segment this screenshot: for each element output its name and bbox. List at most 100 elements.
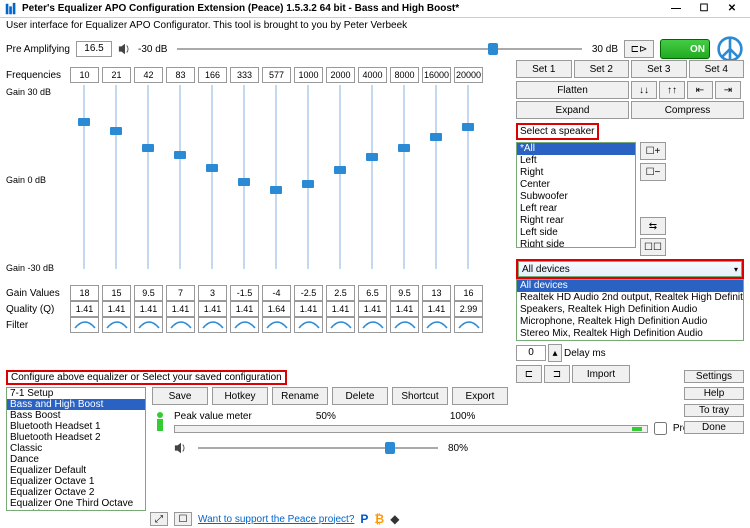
freq-input-0[interactable]: 10 [70,67,99,83]
totray-button[interactable]: To tray [684,404,744,417]
speaker-copy-icon[interactable]: ☐☐ [640,238,666,256]
config-item[interactable]: 7-1 Setup [7,388,145,399]
speaker-item[interactable]: Left [517,155,635,167]
gain-input-7[interactable]: -2.5 [294,285,323,301]
q-input-9[interactable]: 1.41 [358,301,387,317]
filter-type-11[interactable] [422,317,451,333]
maximize-button[interactable]: ☐ [690,1,718,17]
resize-icon[interactable]: ⤢ [150,512,168,526]
q-input-7[interactable]: 1.41 [294,301,323,317]
rename-button[interactable]: Rename [272,387,328,405]
close-button[interactable]: ✕ [718,1,746,17]
delay-stepper[interactable]: ▴ [548,344,562,362]
band-slider-1[interactable] [102,85,131,269]
speaker-item[interactable]: *All [517,143,635,155]
gain-input-8[interactable]: 2.5 [326,285,355,301]
gain-input-12[interactable]: 16 [454,285,483,301]
band-slider-6[interactable] [262,85,291,269]
config-item[interactable]: Bluetooth Headset 2 [7,432,145,443]
filter-type-12[interactable] [454,317,483,333]
freq-input-12[interactable]: 20000 [454,67,483,83]
config-item[interactable]: Bass Boost [7,410,145,421]
gain-input-6[interactable]: -4 [262,285,291,301]
ethereum-icon[interactable]: ◆ [390,512,399,526]
device-item[interactable]: Microphone, Realtek High Definition Audi… [517,316,743,328]
delete-button[interactable]: Delete [332,387,388,405]
gain-input-11[interactable]: 13 [422,285,451,301]
q-input-12[interactable]: 2.99 [454,301,483,317]
support-link[interactable]: Want to support the Peace project? [198,514,354,525]
hotkey-button[interactable]: Hotkey [212,387,268,405]
gain-input-10[interactable]: 9.5 [390,285,419,301]
minimize-button[interactable]: — [662,1,690,17]
speaker-item[interactable]: Right side [517,239,635,248]
config-item[interactable]: Equalizer Octave 1 [7,476,145,487]
gain-input-4[interactable]: 3 [198,285,227,301]
freq-input-11[interactable]: 16000 [422,67,451,83]
speaker-item[interactable]: Center [517,179,635,191]
band-slider-3[interactable] [166,85,195,269]
expand-button[interactable]: Expand [516,101,629,119]
set-button-2[interactable]: Set 2 [574,60,630,78]
band-slider-7[interactable] [294,85,323,269]
freq-input-6[interactable]: 577 [262,67,291,83]
help-button[interactable]: Help [684,387,744,400]
freq-input-5[interactable]: 333 [230,67,259,83]
q-input-0[interactable]: 1.41 [70,301,99,317]
gain-input-0[interactable]: 18 [70,285,99,301]
band-slider-8[interactable] [326,85,355,269]
config-item[interactable]: Bass and High Boost [7,399,145,410]
shift-left-icon[interactable]: ⇤ [687,81,713,99]
q-input-5[interactable]: 1.41 [230,301,259,317]
preamp-reset-icon[interactable]: ⊏⊳ [624,40,654,58]
gain-input-2[interactable]: 9.5 [134,285,163,301]
prevent-clipping-checkbox[interactable] [654,422,667,435]
export-button[interactable]: Export [452,387,508,405]
freq-input-2[interactable]: 42 [134,67,163,83]
settings-button[interactable]: Settings [684,370,744,383]
q-input-11[interactable]: 1.41 [422,301,451,317]
device-item[interactable]: Realtek HD Audio 2nd output, Realtek Hig… [517,292,743,304]
set-button-3[interactable]: Set 3 [631,60,687,78]
device-list[interactable]: All devicesRealtek HD Audio 2nd output, … [516,279,744,341]
config-item[interactable]: Classic [7,443,145,454]
window-icon[interactable]: ☐ [174,512,192,526]
config-item[interactable]: Equalizer Default [7,465,145,476]
filter-type-6[interactable] [262,317,291,333]
filter-type-10[interactable] [390,317,419,333]
q-input-1[interactable]: 1.41 [102,301,131,317]
gain-input-9[interactable]: 6.5 [358,285,387,301]
band-slider-12[interactable] [454,85,483,269]
band-slider-0[interactable] [70,85,99,269]
q-input-2[interactable]: 1.41 [134,301,163,317]
device-select[interactable]: All devices ▾ [518,261,742,277]
delay-value[interactable]: 0 [516,345,546,361]
freq-input-8[interactable]: 2000 [326,67,355,83]
q-input-4[interactable]: 1.41 [198,301,227,317]
q-input-6[interactable]: 1.64 [262,301,291,317]
speaker-remove-icon[interactable]: ☐− [640,163,666,181]
speaker-add-icon[interactable]: ☐+ [640,142,666,160]
compress-button[interactable]: Compress [631,101,744,119]
filter-type-3[interactable] [166,317,195,333]
q-input-8[interactable]: 1.41 [326,301,355,317]
preamp-slider[interactable] [177,42,581,56]
speaker-item[interactable]: Left rear [517,203,635,215]
speaker-item[interactable]: Right [517,167,635,179]
config-item[interactable]: Equalizer Octave 2 [7,487,145,498]
freq-input-3[interactable]: 83 [166,67,195,83]
shift-down-icon[interactable]: ↓↓ [631,81,657,99]
filter-type-1[interactable] [102,317,131,333]
device-item[interactable]: Speakers, Realtek High Definition Audio [517,304,743,316]
save-button[interactable]: Save [152,387,208,405]
volume-slider[interactable] [198,441,438,455]
speaker-swap-icon[interactable]: ⇆ [640,217,666,235]
q-input-3[interactable]: 1.41 [166,301,195,317]
speaker-list[interactable]: *AllLeftRightCenterSubwooferLeft rearRig… [516,142,636,248]
paypal-icon[interactable]: P [360,512,368,526]
freq-input-7[interactable]: 1000 [294,67,323,83]
set-button-1[interactable]: Set 1 [516,60,572,78]
gain-input-1[interactable]: 15 [102,285,131,301]
filter-type-4[interactable] [198,317,227,333]
freq-input-1[interactable]: 21 [102,67,131,83]
